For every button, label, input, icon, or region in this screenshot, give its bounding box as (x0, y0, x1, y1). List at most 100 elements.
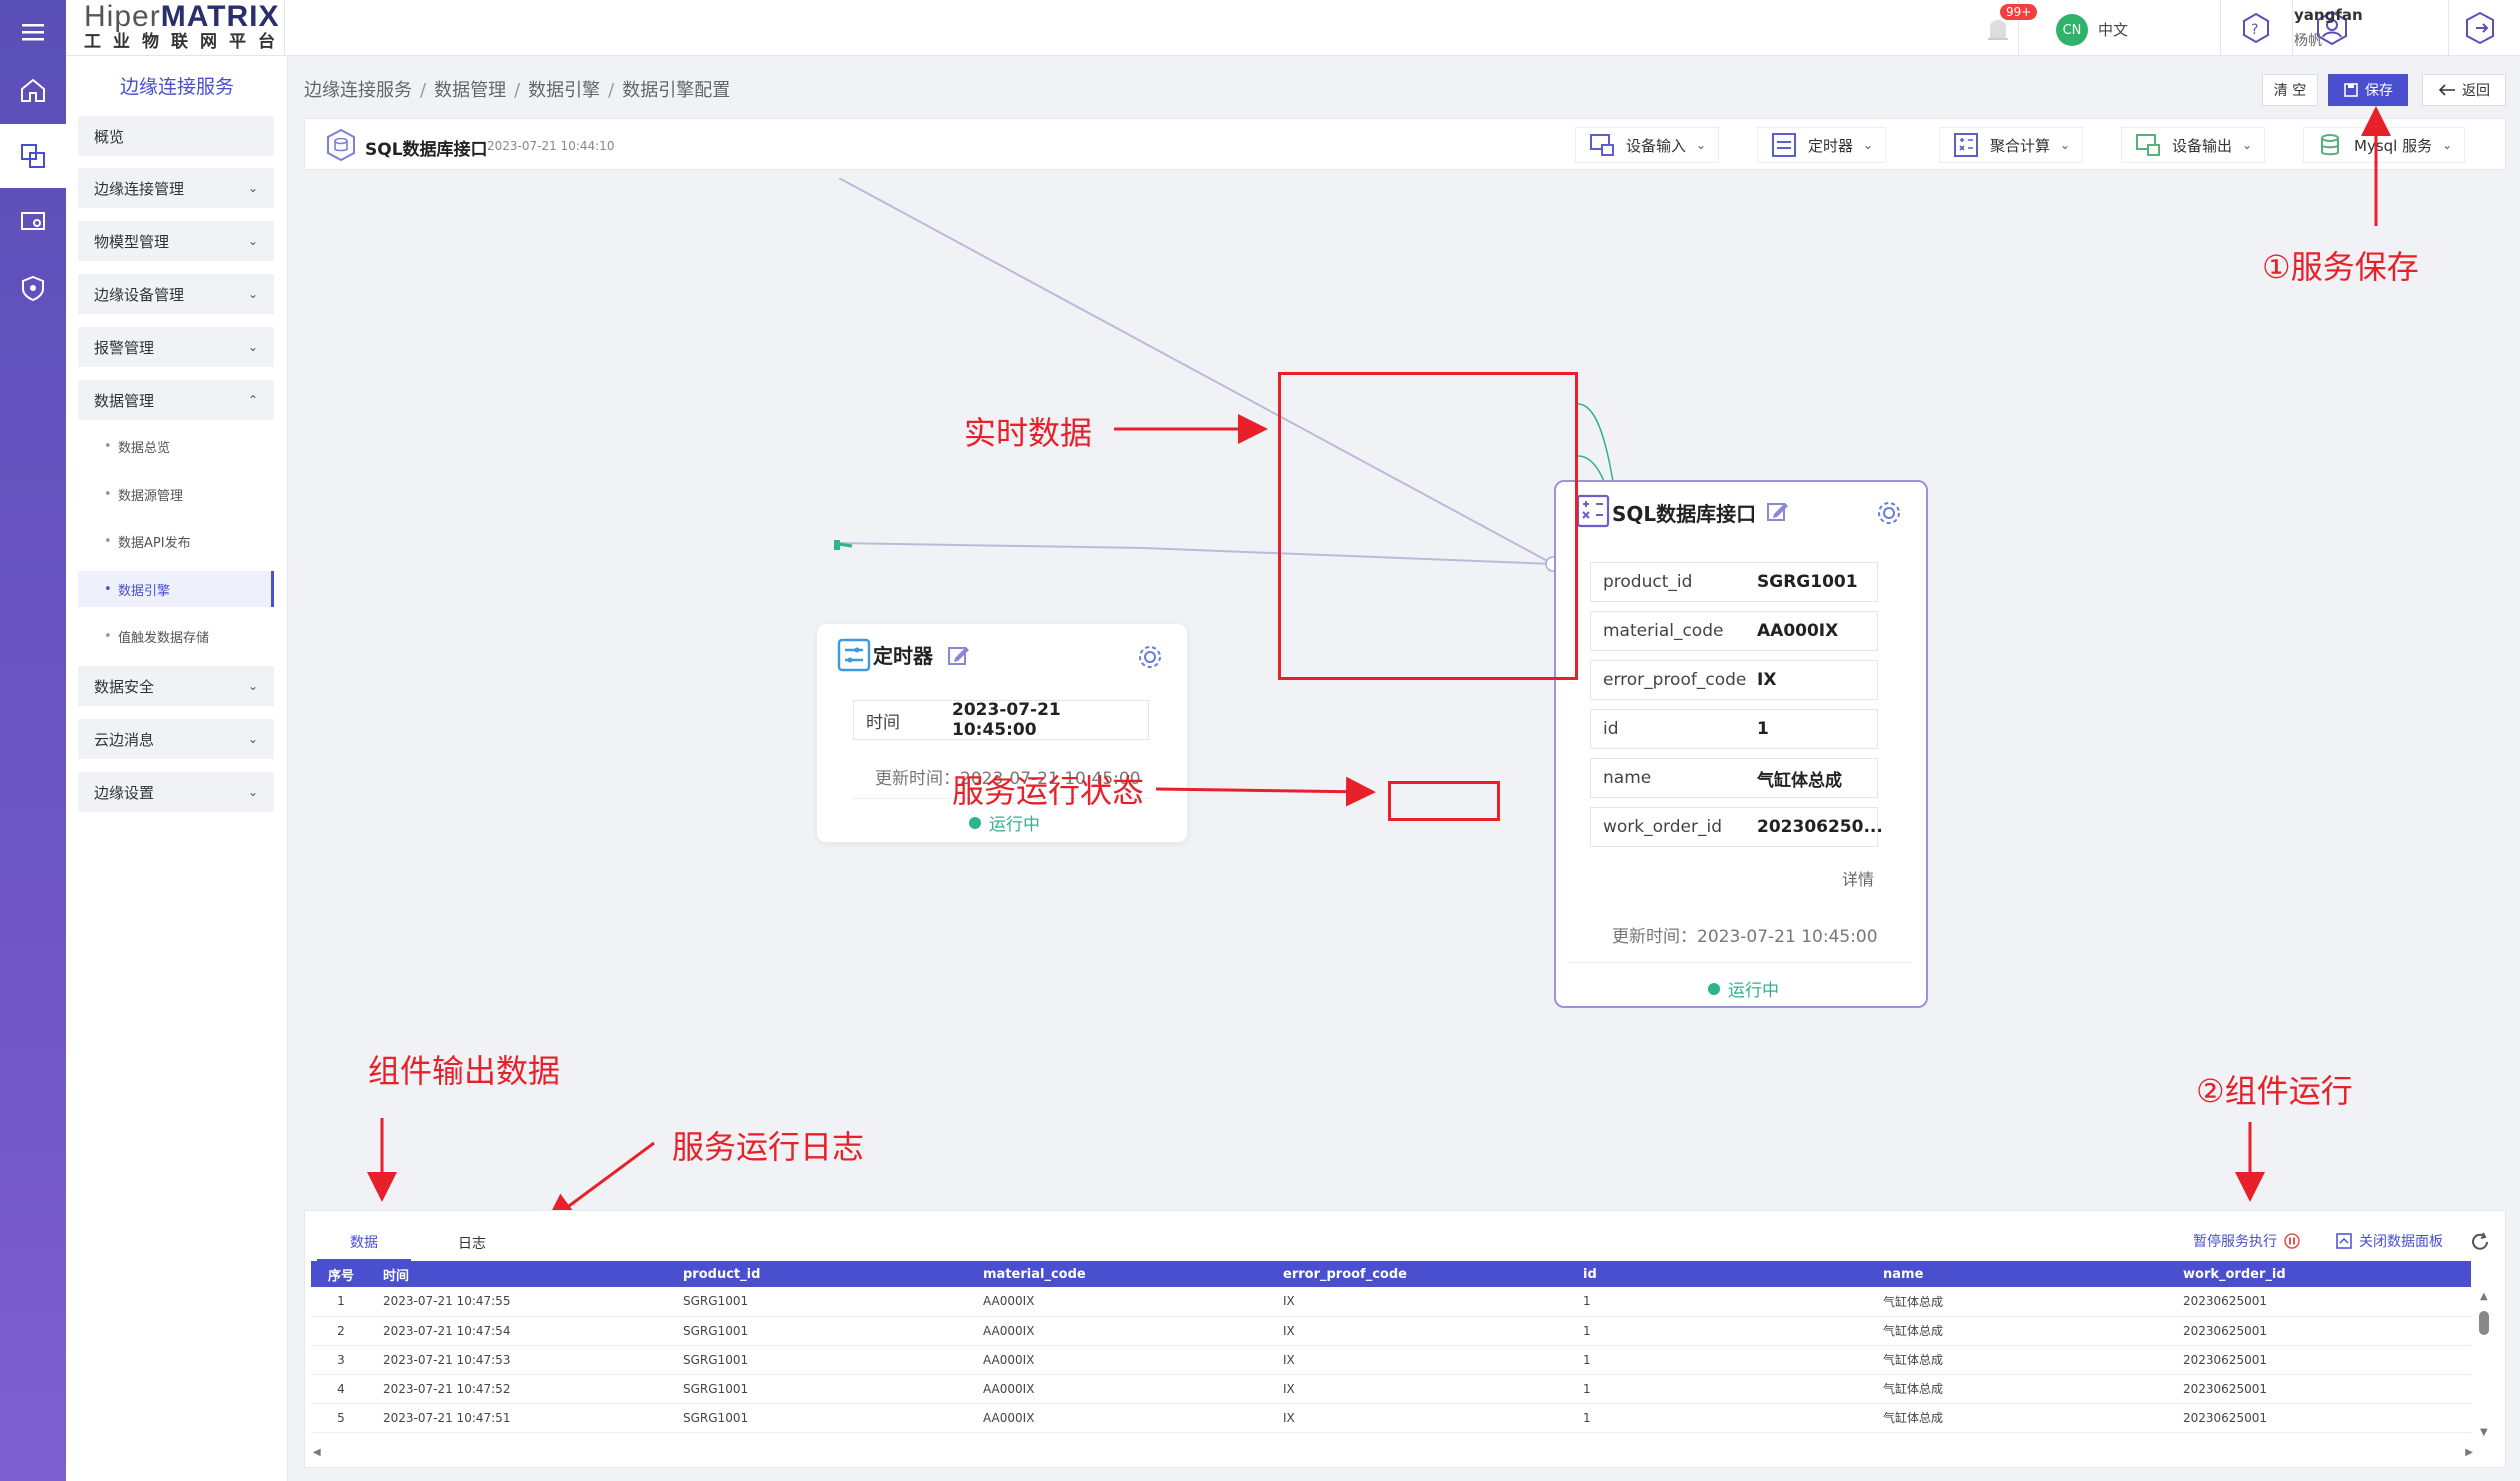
edge-connect-icon[interactable] (0, 124, 66, 188)
gear-icon[interactable] (1137, 644, 1163, 670)
table-cell: 2023-07-21 10:47:54 (371, 1316, 671, 1346)
monitor-icon[interactable] (0, 190, 66, 254)
table-cell: 气缸体总成 (1871, 1316, 2171, 1346)
horizontal-scrollbar[interactable]: ◀ ▶ (313, 1447, 2473, 1461)
sql-node[interactable]: SQL数据库接口 product_id SGRG1001 material_cod… (1554, 480, 1928, 1008)
tab-log[interactable]: 日志 (425, 1225, 519, 1261)
detail-link[interactable]: 详情 (1842, 866, 1874, 890)
top-header: HiperMATRIX 工业物联网平台 (66, 0, 2520, 56)
sidebar-item-edge-device[interactable]: 边缘设备管理 ⌄ (78, 274, 274, 314)
close-panel-button[interactable]: 关闭数据面板 (2335, 1231, 2443, 1251)
user-name[interactable]: yangfan (2294, 6, 2363, 24)
clear-button[interactable]: 清 空 (2262, 74, 2318, 106)
gear-icon[interactable] (1876, 500, 1902, 526)
table-row[interactable]: 1 2023-07-21 10:47:55 SGRG1001 AA000IX IX 1 气缸… (311, 1287, 2471, 1317)
chevron-down-icon: ⌄ (247, 679, 258, 693)
sidebar-item-label: 概览 (94, 127, 125, 146)
node-title: SQL数据库接口 (1612, 502, 1757, 526)
save-label: 保存 (2365, 83, 2393, 99)
save-icon (2344, 83, 2358, 97)
table-cell: 1 (1571, 1403, 1871, 1433)
output-data-table: 序号 时间 product_id material_code error_pro… (311, 1261, 2471, 1433)
menu-icon[interactable] (0, 0, 66, 64)
sidebar-item-label: 边缘设置 (94, 783, 155, 802)
help-icon[interactable]: ? (2238, 10, 2274, 46)
device-input-menu[interactable]: 设备输入 ⌄ (1575, 127, 1720, 163)
chevron-down-icon: ⌄ (247, 732, 258, 746)
chevron-down-icon: ⌄ (2442, 138, 2453, 152)
sidebar-sub-data-source[interactable]: 数据源管理 (78, 476, 274, 512)
table-cell: 2 (311, 1316, 371, 1346)
flow-canvas[interactable]: 定时器 时间 2023-07-21 10:45:00 更新时间：2023-07-… (304, 178, 2506, 1208)
column-header[interactable]: error_proof_code (1271, 1261, 1571, 1287)
language-label[interactable]: 中文 (2098, 19, 2128, 40)
sidebar-sub-data-engine[interactable]: 数据引擎 (78, 571, 274, 607)
table-cell: 2023-07-21 10:47:55 (371, 1287, 671, 1317)
breadcrumb-item[interactable]: 数据管理 (434, 80, 506, 101)
table-row[interactable]: 2 2023-07-21 10:47:54 SGRG1001 AA000IX IX 1 气缸… (311, 1316, 2471, 1346)
table-cell: AA000IX (971, 1374, 1271, 1404)
mysql-service-menu[interactable]: Mysql 服务 ⌄ (2303, 127, 2466, 163)
menu-label: 定时器 (1808, 136, 1854, 155)
column-header[interactable]: name (1871, 1261, 2171, 1287)
breadcrumb-item[interactable]: 数据引擎 (528, 80, 600, 101)
back-button[interactable]: 返回 (2422, 74, 2506, 106)
refresh-icon[interactable] (2469, 1231, 2491, 1253)
arrow-left-icon (2438, 84, 2455, 96)
device-output-menu[interactable]: 设备输出 ⌄ (2121, 127, 2266, 163)
aggregate-menu[interactable]: 聚合计算 ⌄ (1939, 127, 2084, 163)
table-cell: 2023-07-21 10:47:52 (371, 1374, 671, 1404)
tab-data[interactable]: 数据 (317, 1225, 411, 1261)
annotation-run: ②组件运行 (2196, 1072, 2353, 1110)
column-header[interactable]: 时间 (371, 1261, 671, 1287)
sidebar-sub-data-api[interactable]: 数据API发布 (78, 523, 274, 559)
sidebar-title: 边缘连接服务 (119, 76, 234, 98)
column-header[interactable]: product_id (671, 1261, 971, 1287)
table-row[interactable]: 4 2023-07-21 10:47:52 SGRG1001 AA000IX IX 1 气缸… (311, 1374, 2471, 1404)
status-running: 运行中 (969, 810, 1040, 835)
sidebar-item-data-security[interactable]: 数据安全 ⌄ (78, 666, 274, 706)
breadcrumb: 边缘连接服务 / 数据管理 / 数据引擎 / 数据引擎配置 (304, 80, 731, 101)
column-header[interactable]: work_order_id (2171, 1261, 2471, 1287)
column-header[interactable]: 序号 (311, 1261, 371, 1287)
column-header[interactable]: id (1571, 1261, 1871, 1287)
table-row[interactable]: 3 2023-07-21 10:47:53 SGRG1001 AA000IX IX 1 气缸… (311, 1345, 2471, 1375)
sidebar-item-cloud-msg[interactable]: 云边消息 ⌄ (78, 719, 274, 759)
table-cell: 4 (311, 1374, 371, 1404)
annotation-log: 服务运行日志 (672, 1128, 865, 1166)
connection-lines (834, 178, 1632, 649)
sidebar-item-label: 边缘设备管理 (94, 285, 185, 304)
field-value: 1 (1757, 719, 1769, 739)
logout-icon[interactable] (2462, 10, 2498, 46)
pause-label: 暂停服务执行 (2193, 1234, 2277, 1250)
sidebar-sub-trigger-storage[interactable]: 值触发数据存储 (78, 618, 274, 654)
field-key: name (1603, 768, 1652, 788)
home-icon[interactable] (0, 58, 66, 122)
chevron-down-icon: ⌄ (247, 234, 258, 248)
edit-icon[interactable] (1766, 500, 1790, 524)
breadcrumb-item[interactable]: 边缘连接服务 (304, 80, 412, 101)
sidebar-item-overview[interactable]: 概览 (78, 116, 274, 156)
sidebar-item-thing-model[interactable]: 物模型管理 ⌄ (78, 221, 274, 261)
timer-menu[interactable]: 定时器 ⌄ (1757, 127, 1887, 163)
sidebar-item-label: 物模型管理 (94, 232, 170, 251)
column-header[interactable]: material_code (971, 1261, 1271, 1287)
table-row[interactable]: 5 2023-07-21 10:47:51 SGRG1001 AA000IX IX 1 气缸… (311, 1403, 2471, 1433)
pause-service-button[interactable]: 暂停服务执行 (2193, 1231, 2301, 1251)
field-row-work-order-id: work_order_id 202306250... (1590, 807, 1883, 847)
language-avatar[interactable]: CN (2056, 14, 2088, 46)
table-cell: 1 (1571, 1287, 1871, 1317)
sidebar-item-alarm[interactable]: 报警管理 ⌄ (78, 327, 274, 367)
status-running: 运行中 (1708, 976, 1779, 1001)
sidebar-item-data-mgmt[interactable]: 数据管理 ⌃ (78, 380, 274, 420)
vertical-scrollbar[interactable]: ▲ ▼ (2477, 1291, 2491, 1441)
shield-icon[interactable] (0, 256, 66, 320)
sidebar-item-edge-connect[interactable]: 边缘连接管理 ⌄ (78, 168, 274, 208)
save-button[interactable]: 保存 (2328, 74, 2408, 106)
table-cell: SGRG1001 (671, 1374, 971, 1404)
edit-icon[interactable] (947, 644, 971, 668)
table-cell: 1 (1571, 1345, 1871, 1375)
sidebar-sub-data-overview[interactable]: 数据总览 (78, 428, 274, 464)
data-panel: 数据 日志 暂停服务执行 关闭数据面板 序号 时间 product_id mat… (304, 1210, 2506, 1468)
sidebar-item-edge-settings[interactable]: 边缘设置 ⌄ (78, 772, 274, 812)
